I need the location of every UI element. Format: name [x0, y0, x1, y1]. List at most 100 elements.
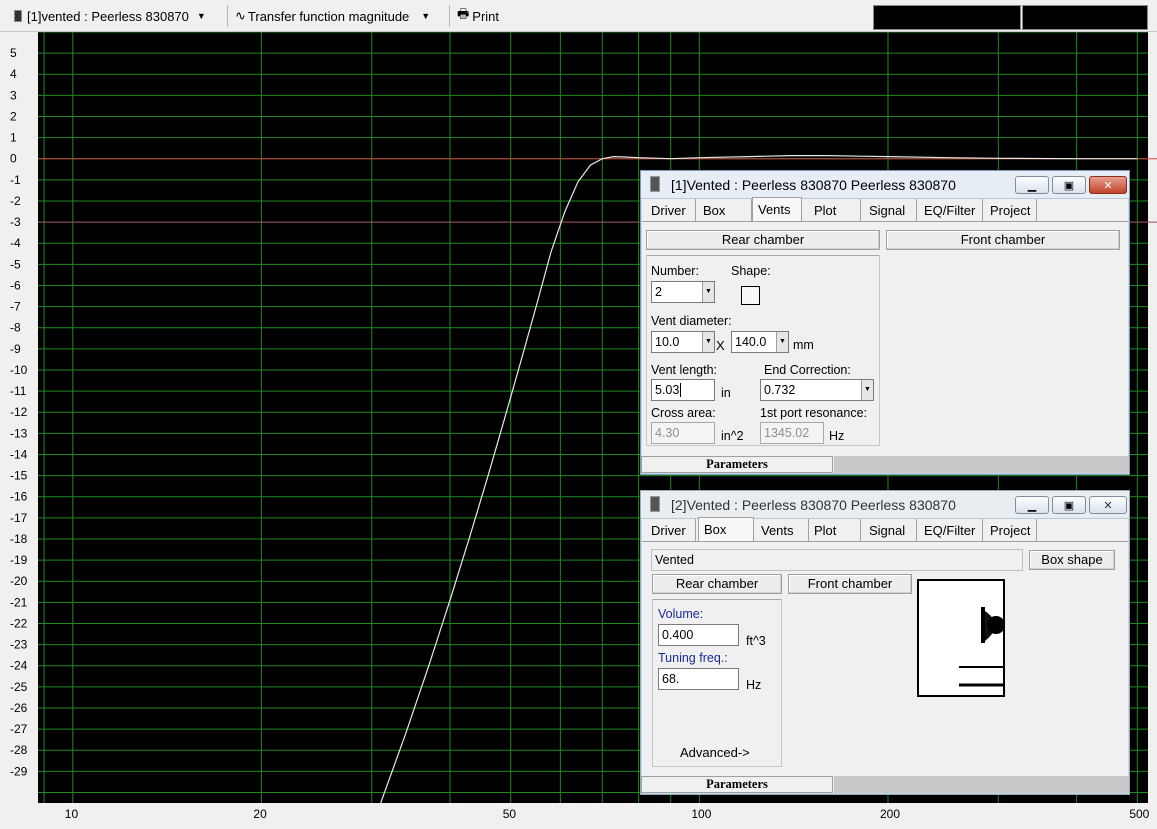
- maximize-icon: ▣: [1063, 499, 1075, 512]
- chevron-down-icon[interactable]: ▼: [776, 332, 788, 352]
- vent-height-value: 140.0: [735, 335, 767, 349]
- tab-project[interactable]: Project: [985, 199, 1037, 221]
- y-tick-label: -6: [10, 278, 21, 292]
- minimize-icon: ▁: [1027, 499, 1037, 512]
- close-icon: ✕: [1103, 179, 1113, 192]
- number-value: 2: [655, 285, 662, 299]
- driver-select-label: [1]vented : Peerless 830870: [27, 8, 189, 24]
- y-tick-label: -3: [10, 215, 21, 229]
- status-bar: Parameters: [641, 456, 1129, 474]
- cross-area-label: Cross area:: [651, 406, 716, 420]
- tuning-freq-label: Tuning freq.:: [658, 651, 728, 665]
- vent-length-unit: in: [721, 386, 731, 400]
- speaker-box-icon: [959, 607, 1003, 687]
- x-tick-label: 500: [1129, 807, 1149, 821]
- rear-chamber-button[interactable]: Rear chamber: [652, 574, 782, 594]
- vent-height-combo[interactable]: 140.0 ▼: [731, 331, 789, 353]
- window-title: [2]Vented : Peerless 830870 Peerless 830…: [671, 497, 956, 513]
- number-combo[interactable]: 2 ▼: [651, 281, 715, 303]
- maximize-button[interactable]: ▣: [1052, 496, 1086, 514]
- tab-signal[interactable]: Signal: [864, 519, 917, 541]
- square-shape-icon[interactable]: [741, 286, 760, 305]
- plot-type-label: Transfer function magnitude: [247, 8, 410, 24]
- y-tick-label: 5: [10, 46, 17, 60]
- y-tick-label: -27: [10, 722, 28, 736]
- volume-label: Volume:: [658, 607, 704, 621]
- plot-type-select[interactable]: ∿ Transfer function magnitude ▼: [235, 6, 430, 26]
- minimize-button[interactable]: ▁: [1015, 176, 1049, 194]
- chevron-down-icon[interactable]: ▼: [861, 380, 873, 400]
- shape-label: Shape:: [731, 264, 771, 278]
- x-tick-label: 50: [503, 807, 517, 821]
- rear-chamber-button[interactable]: Rear chamber: [646, 230, 880, 250]
- y-tick-label: -4: [10, 236, 21, 250]
- y-tick-label: 2: [10, 109, 17, 123]
- cross-area-unit: in^2: [721, 429, 744, 443]
- close-icon: ✕: [1103, 499, 1113, 512]
- printer-icon: 🖶: [457, 6, 470, 21]
- tab-project[interactable]: Project: [985, 519, 1037, 541]
- x-tick-label: 200: [880, 807, 900, 821]
- tab-plot[interactable]: Plot: [809, 519, 861, 541]
- tab-driver[interactable]: Driver: [646, 519, 696, 541]
- front-chamber-button[interactable]: Front chamber: [788, 574, 912, 594]
- y-tick-label: 3: [10, 88, 17, 102]
- parameters-tab[interactable]: Parameters: [641, 776, 833, 793]
- port-resonance-field: 1345.02: [760, 422, 824, 444]
- front-chamber-button[interactable]: Front chamber: [886, 230, 1120, 250]
- y-tick-label: -25: [10, 680, 28, 694]
- status-empty: [834, 456, 1129, 473]
- diameter-unit: mm: [793, 338, 814, 352]
- chevron-down-icon: ▼: [196, 11, 206, 21]
- tab-vents[interactable]: Vents: [752, 197, 802, 222]
- box-shape-button[interactable]: Box shape: [1029, 550, 1115, 570]
- x-tick-label: 100: [691, 807, 711, 821]
- volume-input[interactable]: 0.400: [658, 624, 739, 646]
- cross-area-field: 4.30: [651, 422, 715, 444]
- window-titlebar[interactable]: [2]Vented : Peerless 830870 Peerless 830…: [641, 491, 1129, 519]
- y-tick-label: -23: [10, 638, 28, 652]
- y-tick-label: 1: [10, 131, 17, 145]
- print-button[interactable]: 🖶 Print: [457, 6, 499, 26]
- x-tick-label: 20: [253, 807, 267, 821]
- tab-driver[interactable]: Driver: [646, 199, 696, 221]
- close-button[interactable]: ✕: [1089, 176, 1127, 194]
- parameters-tab[interactable]: Parameters: [641, 456, 833, 473]
- y-tick-label: -10: [10, 363, 28, 377]
- vent-length-value: 5.03: [655, 383, 680, 397]
- window-titlebar[interactable]: [1]Vented : Peerless 830870 Peerless 830…: [641, 171, 1129, 199]
- readout-box-1: [873, 5, 1021, 30]
- tab-signal[interactable]: Signal: [864, 199, 917, 221]
- tab-box[interactable]: Box: [698, 517, 754, 542]
- tab-vents[interactable]: Vents: [756, 519, 809, 541]
- driver-select[interactable]: [1]vented : Peerless 830870 ▼: [14, 6, 206, 26]
- y-tick-label: -22: [10, 616, 28, 630]
- port-resonance-label: 1st port resonance:: [760, 406, 868, 420]
- minimize-button[interactable]: ▁: [1015, 496, 1049, 514]
- box-type-field: Vented: [651, 549, 1023, 571]
- y-tick-label: -21: [10, 595, 28, 609]
- chevron-down-icon[interactable]: ▼: [702, 332, 714, 352]
- tuning-freq-input[interactable]: 68.: [658, 668, 739, 690]
- tilde-wave-icon: ∿: [235, 8, 246, 23]
- advanced-link[interactable]: Advanced->: [680, 745, 750, 760]
- y-tick-label: -8: [10, 321, 21, 335]
- end-correction-combo[interactable]: 0.732 ▼: [760, 379, 874, 401]
- tab-plot[interactable]: Plot: [809, 199, 861, 221]
- close-button[interactable]: ✕: [1089, 496, 1127, 514]
- vent-length-input[interactable]: 5.03: [651, 379, 715, 401]
- tab-eq-filter[interactable]: EQ/Filter: [919, 199, 983, 221]
- y-tick-label: 0: [10, 152, 17, 166]
- text-cursor: [680, 383, 682, 397]
- y-tick-label: -13: [10, 426, 28, 440]
- y-tick-label: -1: [10, 173, 21, 187]
- y-tick-label: -17: [10, 511, 28, 525]
- maximize-button[interactable]: ▣: [1052, 176, 1086, 194]
- chevron-down-icon[interactable]: ▼: [702, 282, 714, 302]
- tab-eq-filter[interactable]: EQ/Filter: [919, 519, 983, 541]
- tab-box[interactable]: Box: [698, 199, 752, 221]
- y-tick-label: -16: [10, 490, 28, 504]
- x-tick-label: 10: [65, 807, 79, 821]
- window-title: [1]Vented : Peerless 830870 Peerless 830…: [671, 177, 956, 193]
- vent-width-combo[interactable]: 10.0 ▼: [651, 331, 715, 353]
